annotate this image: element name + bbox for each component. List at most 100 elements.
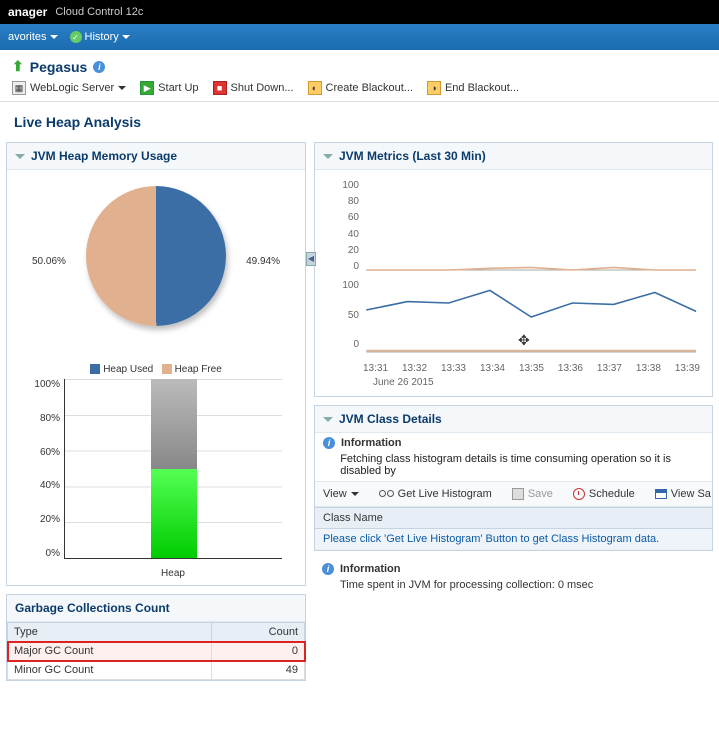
favorites-menu[interactable]: avorites (8, 31, 58, 43)
xtick: 13:33 (441, 363, 466, 374)
table-row[interactable]: Minor GC Count49 (8, 661, 305, 680)
page-title: Live Heap Analysis (0, 102, 719, 142)
view-saved-button[interactable]: View Sa (655, 488, 711, 500)
bar-plot (64, 379, 282, 559)
schedule-button[interactable]: Schedule (573, 488, 635, 500)
target-toolbar: ▦ WebLogic Server ▶ Start Up ■ Shut Down… (12, 81, 707, 95)
create-blackout-button[interactable]: ◐ Create Blackout... (308, 81, 413, 95)
history-label: History (85, 31, 119, 43)
left-column: JVM Heap Memory Usage 50.06% 49.94% Heap… (6, 142, 306, 689)
shut-down-button[interactable]: ■ Shut Down... (213, 81, 294, 95)
metrics-panel-body: 100806040200 100500 13:3113:3213:3313:34… (315, 170, 712, 396)
gc-col-count[interactable]: Count (211, 623, 304, 642)
jvm-class-details-panel: JVM Class Details i Information Fetching… (314, 405, 713, 551)
class-panel-header[interactable]: JVM Class Details (315, 406, 712, 433)
metrics-panel-header[interactable]: JVM Metrics (Last 30 Min) (315, 143, 712, 170)
end-blackout-button[interactable]: ◑ End Blackout... (427, 81, 519, 95)
blackout-end-icon: ◑ (427, 81, 441, 95)
get-histogram-label: Get Live Histogram (398, 488, 492, 500)
col-classname: Class Name (323, 512, 383, 524)
gc-col-type[interactable]: Type (8, 623, 212, 642)
swatch-used-icon (90, 364, 100, 374)
weblogic-server-menu[interactable]: ▦ WebLogic Server (12, 81, 126, 95)
class-grid-header[interactable]: Class Name (315, 507, 712, 529)
ylabel: 20% (26, 514, 60, 525)
bottom-info-text: Time spent in JVM for processing collect… (340, 579, 593, 591)
gc-count-cell: 49 (211, 661, 304, 680)
class-info-row: i Information (315, 433, 712, 453)
ylabel: 80% (26, 413, 60, 424)
info-icon[interactable]: i (93, 61, 105, 73)
stop-icon: ■ (213, 81, 227, 95)
bottom-info-row: i Information (314, 559, 713, 579)
app-subtitle: Cloud Control 12c (55, 6, 143, 18)
end-blackout-label: End Blackout... (445, 82, 519, 94)
xtick: 13:34 (480, 363, 505, 374)
get-live-histogram-button[interactable]: Get Live Histogram (379, 488, 492, 500)
table-icon (655, 489, 667, 499)
collapse-icon (323, 417, 333, 422)
favorites-label: avorites (8, 31, 47, 43)
heap-pie-chart: 50.06% 49.94% (26, 186, 286, 356)
save-label: Save (528, 488, 553, 500)
pie-label-free: 50.06% (32, 256, 66, 267)
server-icon: ▦ (12, 81, 26, 95)
collapse-icon (15, 154, 25, 159)
start-up-button[interactable]: ▶ Start Up (140, 81, 198, 95)
caret-down-icon (122, 35, 130, 39)
bar-ylabels: 100% 80% 60% 40% 20% 0% (26, 379, 60, 559)
pie-graphic (86, 186, 226, 326)
metrics-xaxis: 13:3113:3213:3313:3413:3513:3613:3713:38… (363, 363, 700, 374)
caret-down-icon (118, 86, 126, 90)
heap-usage-panel: JVM Heap Memory Usage 50.06% 49.94% Heap… (6, 142, 306, 586)
glasses-icon (379, 488, 394, 500)
legend-used: Heap Used (103, 364, 153, 375)
bar-segment-used (151, 469, 197, 559)
bar-segment-free (151, 379, 197, 469)
heap-panel-body: 50.06% 49.94% Heap Used Heap Free 100% 8… (7, 170, 305, 585)
info-icon: i (322, 563, 334, 575)
heap-panel-header[interactable]: JVM Heap Memory Usage (7, 143, 305, 170)
schedule-label: Schedule (589, 488, 635, 500)
view-menu[interactable]: View (323, 488, 359, 500)
blackout-create-icon: ◐ (308, 81, 322, 95)
xtick: 13:31 (363, 363, 388, 374)
gc-type-cell: Minor GC Count (8, 661, 212, 680)
info-icon: i (323, 437, 335, 449)
pie-label-used: 49.94% (246, 256, 280, 267)
caret-down-icon (351, 492, 359, 496)
status-up-icon: ⬆ (12, 58, 24, 75)
ylabel: 100% (26, 379, 60, 390)
weblogic-server-label: WebLogic Server (30, 82, 114, 94)
ylabel: 40% (26, 480, 60, 491)
gc-table-header-row: Type Count (8, 623, 305, 642)
ylabels-bottom: 100500 (329, 280, 359, 350)
heap-bar-chart: 100% 80% 60% 40% 20% 0% Heap (26, 379, 286, 579)
legend-free: Heap Free (175, 364, 222, 375)
class-grid-placeholder: Please click 'Get Live Histogram' Button… (315, 529, 712, 550)
caret-down-icon (50, 35, 58, 39)
save-button[interactable]: Save (512, 488, 553, 500)
xtick: 13:36 (558, 363, 583, 374)
gc-panel-header[interactable]: Garbage Collections Count (7, 595, 305, 622)
shut-down-label: Shut Down... (231, 82, 294, 94)
clock-icon (573, 488, 585, 500)
ylabel: 0% (26, 548, 60, 559)
metrics-line-chart: 100806040200 100500 13:3113:3213:3313:34… (323, 176, 704, 376)
swatch-free-icon (162, 364, 172, 374)
xtick: 13:35 (519, 363, 544, 374)
pie-legend: Heap Used Heap Free (15, 364, 297, 375)
content-area: JVM Heap Memory Usage 50.06% 49.94% Heap… (0, 142, 719, 699)
xtick: 13:38 (636, 363, 661, 374)
bottom-info-text-row: Time spent in JVM for processing collect… (314, 579, 713, 595)
table-row[interactable]: Major GC Count0 (8, 642, 305, 661)
global-menubar: avorites ✓ History (0, 24, 719, 50)
xtick: 13:32 (402, 363, 427, 374)
history-menu[interactable]: ✓ History (70, 31, 130, 43)
gc-panel-title: Garbage Collections Count (15, 601, 170, 615)
class-toolbar: View Get Live Histogram Save Schedule (315, 481, 712, 507)
gc-type-cell: Major GC Count (8, 642, 212, 661)
check-circle-icon: ✓ (70, 31, 82, 43)
target-name-row: ⬆ Pegasus i (12, 58, 707, 75)
class-panel-title: JVM Class Details (339, 412, 442, 426)
